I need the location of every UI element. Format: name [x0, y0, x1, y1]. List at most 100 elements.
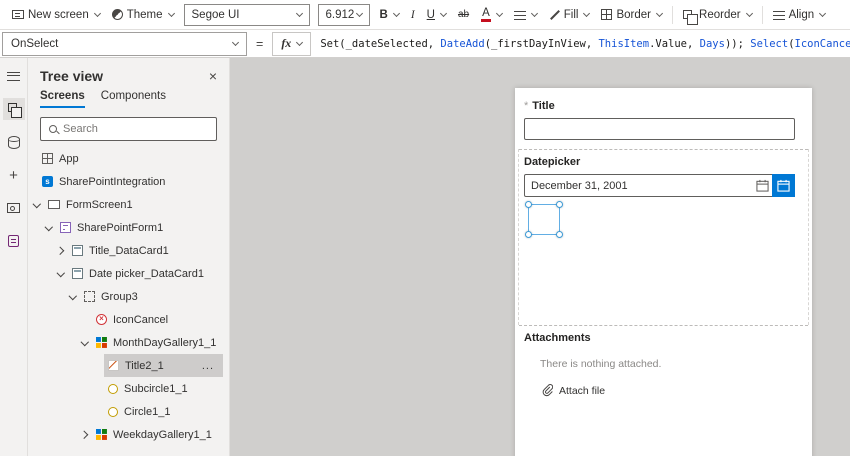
chevron-down-icon[interactable]	[30, 203, 44, 207]
italic-button[interactable]: I	[405, 6, 421, 24]
fx-button[interactable]: fx	[272, 31, 312, 56]
font-size-select[interactable]: 6.912	[317, 3, 370, 26]
advanced-icon	[8, 235, 19, 247]
close-icon[interactable]: ×	[209, 69, 217, 83]
border-button[interactable]: Border	[595, 6, 668, 24]
app-window: New screen Theme Segoe UI 6.912 B I U ab…	[0, 0, 850, 456]
resize-handle-ne[interactable]	[556, 201, 563, 208]
border-icon	[601, 9, 613, 20]
sharepoint-form-card[interactable]: * Title Datepicker December 31, 2001 Att…	[515, 88, 812, 456]
tree-item-formscreen1[interactable]: FormScreen1	[28, 193, 229, 216]
tree-item-title2-1[interactable]: Title2_1...	[28, 354, 229, 377]
text-alignment-icon	[513, 10, 526, 20]
align-button[interactable]: Align	[767, 6, 832, 24]
font-family-select[interactable]: Segoe UI	[183, 3, 310, 26]
fill-icon	[549, 9, 560, 20]
chevron-down-icon[interactable]	[54, 272, 68, 276]
chevron-down-icon	[295, 9, 303, 18]
design-canvas[interactable]: * Title Datepicker December 31, 2001 Att…	[230, 58, 850, 456]
property-select[interactable]: OnSelect	[2, 31, 247, 56]
theme-icon	[111, 9, 123, 20]
chevron-down-icon[interactable]	[66, 295, 80, 299]
tree-item-weekdaygallery1-1[interactable]: WeekdayGallery1_1	[28, 423, 229, 446]
tree-view-icon	[7, 103, 22, 118]
tree-view-rail-button[interactable]	[2, 98, 25, 120]
media-rail-button[interactable]	[3, 197, 25, 219]
attach-file-button[interactable]: Attach file	[542, 384, 605, 397]
new-screen-button[interactable]: New screen	[6, 6, 106, 24]
tree-item-group3[interactable]: Group3	[28, 285, 229, 308]
chevron-right-icon[interactable]	[54, 248, 68, 254]
bold-button[interactable]: B	[374, 6, 405, 24]
equals-sign: =	[256, 36, 264, 51]
tree-item-inner: FormScreen1	[44, 193, 223, 216]
chevron-down-icon	[296, 38, 304, 47]
resize-handle-nw[interactable]	[525, 201, 532, 208]
data-rail-button[interactable]	[3, 131, 25, 153]
theme-button[interactable]: Theme	[106, 6, 180, 24]
card-separator	[519, 149, 808, 150]
tree-item-iconcancel[interactable]: IconCancel	[28, 308, 229, 331]
resize-handle-se[interactable]	[556, 231, 563, 238]
font-color-icon: A	[481, 7, 491, 22]
tab-screens[interactable]: Screens	[40, 90, 85, 108]
calendar-icon[interactable]	[752, 175, 772, 196]
advanced-rail-button[interactable]	[3, 230, 25, 252]
attach-file-label: Attach file	[559, 384, 606, 397]
insert-rail-button[interactable]	[3, 164, 25, 186]
chevron-down-icon	[655, 9, 664, 18]
menu-rail-button[interactable]	[3, 65, 25, 87]
tree-item-label: SharePointForm1	[77, 221, 164, 234]
sharepoint-icon	[42, 176, 53, 187]
tree-item-label: Circle1_1	[124, 405, 171, 418]
tree-item-app[interactable]: App	[28, 147, 229, 170]
tab-components[interactable]: Components	[101, 90, 166, 108]
formula-text[interactable]: Set(_dateSelected, DateAdd(_firstDayInVi…	[311, 38, 850, 50]
item-context-menu-button[interactable]: ...	[202, 360, 219, 372]
text-alignment-button[interactable]	[508, 7, 543, 23]
font-color-button[interactable]: A	[475, 5, 508, 25]
top-toolbar: New screen Theme Segoe UI 6.912 B I U ab…	[0, 0, 850, 30]
resize-handle-sw[interactable]	[525, 231, 532, 238]
media-icon	[7, 203, 20, 213]
italic-icon: I	[410, 8, 415, 21]
tree-item-subcircle1-1[interactable]: Subcircle1_1	[28, 377, 229, 400]
datepicker-toggle-button[interactable]	[772, 174, 795, 197]
tree-item-sharepointform1[interactable]: SharePointForm1	[28, 216, 229, 239]
circle-icon	[108, 383, 118, 394]
tree-item-inner: App	[38, 147, 223, 170]
strikethrough-button[interactable]: ab	[452, 6, 475, 23]
chevron-down-icon	[495, 9, 503, 18]
fill-button[interactable]: Fill	[543, 6, 596, 24]
tree-view-header: Tree view ×	[28, 58, 229, 88]
selected-control-title2[interactable]	[525, 201, 563, 238]
chevron-down-icon	[231, 38, 240, 47]
tree-item-inner: Circle1_1	[104, 400, 223, 423]
search-input[interactable]	[61, 122, 216, 136]
tree-item-circle1-1[interactable]: Circle1_1	[28, 400, 229, 423]
tree-item-label: IconCancel	[113, 313, 169, 326]
tree-item-inner: Date picker_DataCard1	[68, 262, 223, 285]
fill-label: Fill	[563, 8, 579, 21]
reorder-button[interactable]: Reorder	[677, 6, 758, 25]
border-label: Border	[616, 8, 652, 21]
chevron-right-icon[interactable]	[78, 432, 92, 438]
tree-item-label: Date picker_DataCard1	[89, 267, 204, 280]
underline-button[interactable]: U	[421, 6, 452, 24]
screen-icon	[48, 200, 60, 209]
chevron-down-icon[interactable]	[78, 341, 92, 345]
tree-item-sharepointintegration[interactable]: SharePointIntegration	[28, 170, 229, 193]
tree-item-title-datacard1[interactable]: Title_DataCard1	[28, 239, 229, 262]
formula-segment: (_firstDayInView,	[484, 37, 599, 50]
chevron-down-icon[interactable]	[42, 226, 56, 230]
card-separator	[519, 325, 808, 326]
title-text-input[interactable]	[524, 118, 795, 140]
theme-label: Theme	[126, 8, 163, 21]
align-label: Align	[788, 8, 815, 21]
date-text-input[interactable]	[525, 179, 752, 192]
chevron-down-icon	[583, 9, 591, 18]
tree-item-monthdaygallery1-1[interactable]: MonthDayGallery1_1	[28, 331, 229, 354]
circle-icon	[108, 406, 118, 417]
font-size-value: 6.912	[325, 8, 355, 21]
tree-item-date-picker-datacard1[interactable]: Date picker_DataCard1	[28, 262, 229, 285]
